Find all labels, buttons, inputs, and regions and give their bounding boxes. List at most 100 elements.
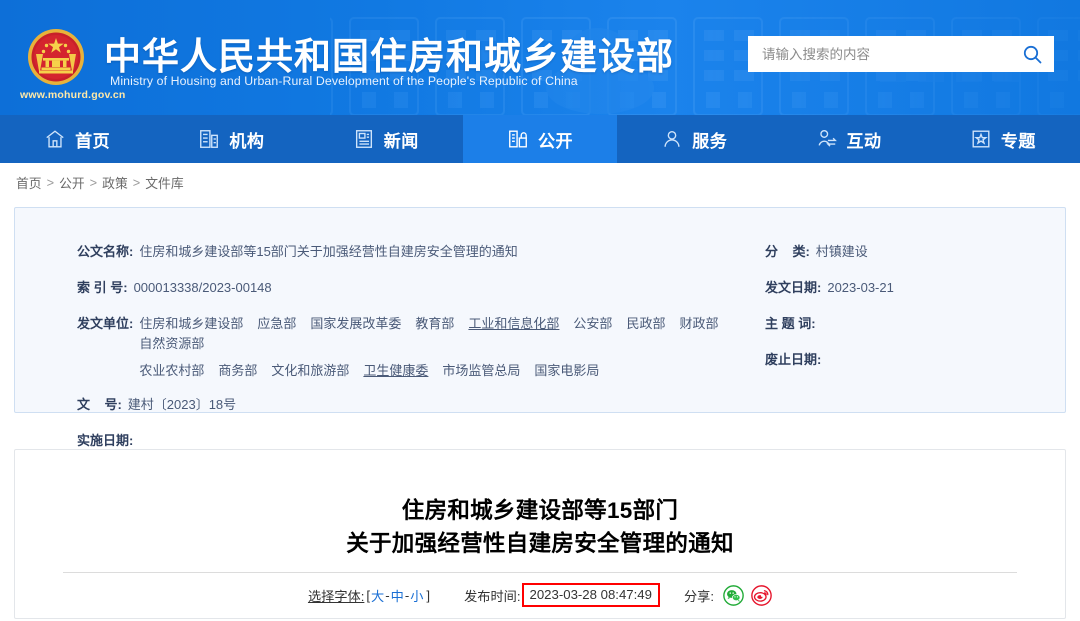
breadcrumb-item-home[interactable]: 首页 (16, 173, 42, 192)
article-divider (63, 572, 1017, 573)
publish-time: 发布时间: 2023-03-28 08:47:49 (464, 583, 660, 607)
building-icon (198, 128, 220, 150)
site-url: www.mohurd.gov.cn (20, 89, 126, 101)
metadata-label-keywords: 主 题 词: (765, 316, 816, 331)
nav-label-topics: 专题 (1000, 131, 1036, 151)
nav-item-open[interactable]: 公开 (462, 115, 618, 163)
metadata-right-column: 分 类: 村镇建设 发文日期: 2023-03-21 主 题 词: 废止日期: (765, 242, 1055, 386)
china-national-emblem (28, 29, 84, 85)
breadcrumb: 首页 > 公开 > 政策 > 文件库 (0, 163, 1080, 201)
nav-label-interaction: 互动 (846, 131, 882, 151)
metadata-row-keywords: 主 题 词: (765, 314, 1055, 334)
metadata-label-abolish-date: 废止日期: (765, 352, 822, 367)
breadcrumb-item-filelibrary[interactable]: 文件库 (145, 173, 183, 192)
metadata-label-index: 索 引 号: (77, 280, 128, 295)
agency-item: 农业农村部 (139, 363, 205, 378)
site-header: www.mohurd.gov.cn 中华人民共和国住房和城乡建设部 Minist… (0, 0, 1080, 115)
weibo-share-icon[interactable] (751, 584, 772, 606)
agency-item: 公安部 (573, 316, 613, 331)
font-size-label: 选择字体: (307, 588, 365, 604)
search-input[interactable] (762, 37, 1010, 71)
search-box[interactable] (748, 36, 1054, 72)
search-button[interactable] (1010, 36, 1054, 72)
font-size-close-bracket: ] (426, 587, 431, 603)
metadata-row-index: 索 引 号: 000013338/2023-00148 (77, 278, 737, 298)
metadata-label-doc-name: 公文名称: (77, 244, 134, 259)
font-size-selector: 选择字体: [ 大 - 中 - 小 ] (308, 586, 430, 605)
user-service-icon (661, 128, 683, 150)
agency-item: 住房和城乡建设部 (139, 316, 244, 331)
newspaper-icon (353, 128, 375, 150)
agency-item: 文化和旅游部 (271, 363, 350, 378)
metadata-label-issuer: 发文单位: (77, 316, 134, 331)
agency-item: 财政部 (679, 316, 719, 331)
share-label: 分享: (683, 588, 715, 604)
nav-item-interaction[interactable]: 互动 (771, 115, 925, 163)
nav-label-services: 服务 (692, 131, 728, 151)
publish-time-label: 发布时间: (464, 588, 521, 604)
agency-item: 国家电影局 (534, 363, 600, 378)
metadata-value-index: 000013338/2023-00148 (133, 280, 272, 295)
metadata-value-issue-date: 2023-03-21 (827, 280, 894, 295)
font-size-medium[interactable]: 中 (390, 586, 405, 605)
agency-item: 商务部 (218, 363, 258, 378)
metadata-row-doc-name: 公文名称: 住房和城乡建设部等15部门关于加强经营性自建房安全管理的通知 (77, 242, 737, 262)
interaction-icon (816, 128, 838, 150)
document-metadata-panel: 公文名称: 住房和城乡建设部等15部门关于加强经营性自建房安全管理的通知 索 引… (14, 207, 1066, 448)
agency-item: 自然资源部 (139, 336, 205, 351)
nav-label-news: 新闻 (383, 131, 419, 151)
nav-item-topics[interactable]: 专题 (926, 115, 1080, 163)
metadata-label-issue-date: 发文日期: (765, 280, 822, 295)
article-panel: 住房和城乡建设部等15部门 关于加强经营性自建房安全管理的通知 选择字体: [ … (14, 449, 1066, 619)
agency-item-link[interactable]: 工业和信息化部 (468, 316, 559, 331)
breadcrumb-separator: > (46, 174, 55, 190)
breadcrumb-item-policy[interactable]: 政策 (102, 173, 128, 192)
metadata-value-issuer: 住房和城乡建设部 应急部 国家发展改革委 教育部 工业和信息化部 公安部 民政部 财政部自然资… (139, 314, 737, 381)
article-title-line1: 住房和城乡建设部等15部门 (401, 498, 679, 523)
open-folder-icon (507, 128, 529, 150)
nav-item-home[interactable]: 首页 (0, 115, 154, 163)
agency-item: 教育部 (415, 316, 455, 331)
metadata-label-effective-date: 实施日期: (77, 433, 134, 448)
issuer-line-1: 住房和城乡建设部 应急部 国家发展改革委 教育部 工业和信息化部 公安部 民政部 财政部自然资… (139, 314, 737, 354)
metadata-row-category: 分 类: 村镇建设 (765, 242, 1055, 262)
nav-item-institutions[interactable]: 机构 (154, 115, 308, 163)
nav-item-services[interactable]: 服务 (617, 115, 771, 163)
font-size-small[interactable]: 小 (409, 586, 424, 605)
search-icon (1023, 45, 1041, 63)
metadata-label-docnum: 文 号: (77, 397, 122, 412)
metadata-left-column: 公文名称: 住房和城乡建设部等15部门关于加强经营性自建房安全管理的通知 索 引… (77, 242, 737, 467)
metadata-row-effective-date: 实施日期: (77, 431, 737, 451)
agency-item: 国家发展改革委 (310, 316, 402, 331)
metadata-value-category: 村镇建设 (815, 244, 868, 259)
nav-label-home: 首页 (75, 131, 111, 151)
agency-item: 市场监管总局 (442, 363, 521, 378)
metadata-row-abolish-date: 废止日期: (765, 350, 1055, 370)
agency-item-link[interactable]: 卫生健康委 (363, 363, 428, 378)
article-toolbar: 选择字体: [ 大 - 中 - 小 ] 发布时间: 2023-03-28 08:… (15, 583, 1065, 607)
home-icon (44, 128, 66, 150)
agency-item: 应急部 (257, 316, 297, 331)
nav-label-institutions: 机构 (229, 131, 265, 151)
article-title-line2: 关于加强经营性自建房安全管理的通知 (346, 531, 734, 556)
metadata-row-issuer: 发文单位: 住房和城乡建设部 应急部 国家发展改革委 教育部 工业和信息化部 公安部 民政部… (77, 314, 737, 381)
metadata-label-category: 分 类: (765, 244, 810, 259)
site-title-en: Ministry of Housing and Urban-Rural Deve… (110, 74, 578, 88)
metadata-value-docnum: 建村〔2023〕18号 (127, 397, 237, 412)
nav-label-open: 公开 (537, 131, 573, 151)
breadcrumb-item-open[interactable]: 公开 (59, 173, 85, 192)
font-size-large[interactable]: 大 (370, 586, 385, 605)
metadata-row-issue-date: 发文日期: 2023-03-21 (765, 278, 1055, 298)
site-title-cn: 中华人民共和国住房和城乡建设部 (104, 36, 674, 77)
agency-item: 民政部 (626, 316, 666, 331)
share-section: 分享: (683, 584, 772, 606)
breadcrumb-separator: > (89, 174, 98, 190)
issuer-line-2: 农业农村部 商务部 文化和旅游部 卫生健康委 市场监管总局 国家电影局 (139, 361, 737, 381)
wechat-share-icon[interactable] (723, 584, 744, 606)
nav-item-news[interactable]: 新闻 (309, 115, 463, 163)
publish-time-value: 2023-03-28 08:47:49 (521, 583, 660, 607)
star-box-icon (970, 128, 992, 150)
breadcrumb-separator: > (132, 174, 141, 190)
article-title: 住房和城乡建设部等15部门 关于加强经营性自建房安全管理的通知 (15, 494, 1065, 560)
metadata-value-doc-name: 住房和城乡建设部等15部门关于加强经营性自建房安全管理的通知 (139, 244, 518, 259)
